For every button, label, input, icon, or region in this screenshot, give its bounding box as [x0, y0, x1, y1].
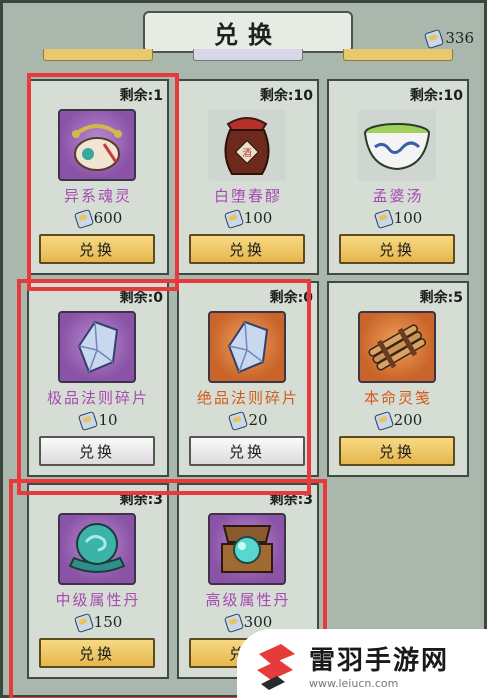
shop-item-card[interactable]: 剩余:1 异系魂灵 600 兑换 — [27, 79, 169, 275]
price-value: 100 — [393, 209, 423, 227]
exchange-button[interactable]: 兑换 — [339, 436, 455, 466]
shop-item-card[interactable]: 剩余:3 中级属性丹 150 兑换 — [27, 483, 169, 679]
stock-remaining: 剩余:10 — [409, 88, 463, 104]
wine-jar-icon: 酒 — [224, 117, 270, 175]
shop-item-card[interactable]: 剩余:5 本命灵笺 200 兑换 — [327, 281, 469, 477]
purse-icon — [72, 124, 122, 171]
previous-button-edge[interactable] — [193, 49, 303, 61]
price-value: 200 — [393, 411, 423, 429]
soup-bowl-icon — [364, 123, 430, 171]
exchange-button[interactable]: 兑换 — [189, 234, 305, 264]
scroll-token-icon — [228, 411, 246, 429]
svg-text:酒: 酒 — [242, 148, 251, 159]
price-value: 100 — [243, 209, 273, 227]
orb-box-icon — [221, 525, 273, 573]
stock-remaining: 剩余:5 — [419, 290, 463, 306]
shop-item-card[interactable]: 剩余:0 绝品法则碎片 20 兑换 — [177, 281, 319, 477]
item-price: 100 — [329, 209, 467, 227]
item-name: 中级属性丹 — [55, 591, 141, 609]
item-price: 200 — [329, 411, 467, 429]
bamboo-slips-icon — [368, 324, 427, 371]
stock-remaining: 剩余:10 — [259, 88, 313, 104]
exchange-button-disabled[interactable]: 兑换 — [189, 436, 305, 466]
site-watermark: 雷羽手游网 www.leiucn.com — [237, 629, 487, 698]
shop-item-card[interactable]: 剩余:0 极品法则碎片 10 兑换 — [27, 281, 169, 477]
item-icon-frame — [58, 513, 136, 585]
watermark-name: 雷羽手游网 — [309, 646, 450, 676]
exchange-button[interactable]: 兑换 — [339, 234, 455, 264]
stock-remaining: 剩余:3 — [119, 492, 163, 508]
item-name: 极品法则碎片 — [46, 389, 149, 407]
exchange-button[interactable]: 兑换 — [39, 638, 155, 668]
item-name: 白堕春醪 — [213, 187, 282, 205]
scroll-token-icon — [74, 209, 92, 227]
item-price: 600 — [29, 209, 167, 227]
price-value: 10 — [98, 411, 118, 429]
item-price: 10 — [29, 411, 167, 429]
item-icon-frame — [358, 311, 436, 383]
watermark-url: www.leiucn.com — [309, 677, 399, 690]
item-name: 异系魂灵 — [63, 187, 132, 205]
scroll-token-icon — [74, 613, 92, 631]
price-value: 20 — [248, 411, 268, 429]
scroll-token-icon — [224, 613, 242, 631]
item-icon-frame — [358, 109, 436, 181]
previous-row-edge — [3, 43, 487, 65]
item-icon-frame — [58, 109, 136, 181]
item-name: 孟婆汤 — [372, 187, 424, 205]
stock-remaining: 剩余:0 — [119, 290, 163, 306]
item-name: 高级属性丹 — [205, 591, 291, 609]
item-name: 本命灵笺 — [363, 389, 432, 407]
item-price: 20 — [179, 411, 317, 429]
shop-item-card[interactable]: 剩余:10 酒 白堕春醪 100 兑换 — [177, 79, 319, 275]
brand-logo-icon — [257, 644, 295, 690]
price-value: 150 — [93, 613, 123, 631]
item-icon-frame — [208, 513, 286, 585]
previous-button-edge[interactable] — [43, 49, 153, 61]
scroll-token-icon — [374, 411, 392, 429]
item-name: 绝品法则碎片 — [196, 389, 299, 407]
item-icon-frame — [208, 311, 286, 383]
jade-orb-icon — [68, 523, 126, 573]
shop-panel: 兑换 336 剩余:1 异系魂灵 600 兑换 剩余:10 酒 白堕春醪 100… — [0, 0, 487, 698]
item-icon-frame: 酒 — [208, 109, 286, 181]
stock-remaining: 剩余:1 — [119, 88, 163, 104]
scroll-token-icon — [224, 209, 242, 227]
item-icon-frame — [58, 311, 136, 383]
stock-remaining: 剩余:3 — [269, 492, 313, 508]
item-price: 150 — [29, 613, 167, 631]
price-value: 600 — [93, 209, 123, 227]
scroll-token-icon — [78, 411, 96, 429]
shop-item-card[interactable]: 剩余:10 孟婆汤 100 兑换 — [327, 79, 469, 275]
exchange-button[interactable]: 兑换 — [39, 234, 155, 264]
stock-remaining: 剩余:0 — [269, 290, 313, 306]
crystal-shard-icon — [227, 320, 269, 374]
exchange-button-disabled[interactable]: 兑换 — [39, 436, 155, 466]
crystal-shard-icon — [77, 320, 119, 374]
item-price: 100 — [179, 209, 317, 227]
previous-button-edge[interactable] — [343, 49, 453, 61]
scroll-token-icon — [374, 209, 392, 227]
